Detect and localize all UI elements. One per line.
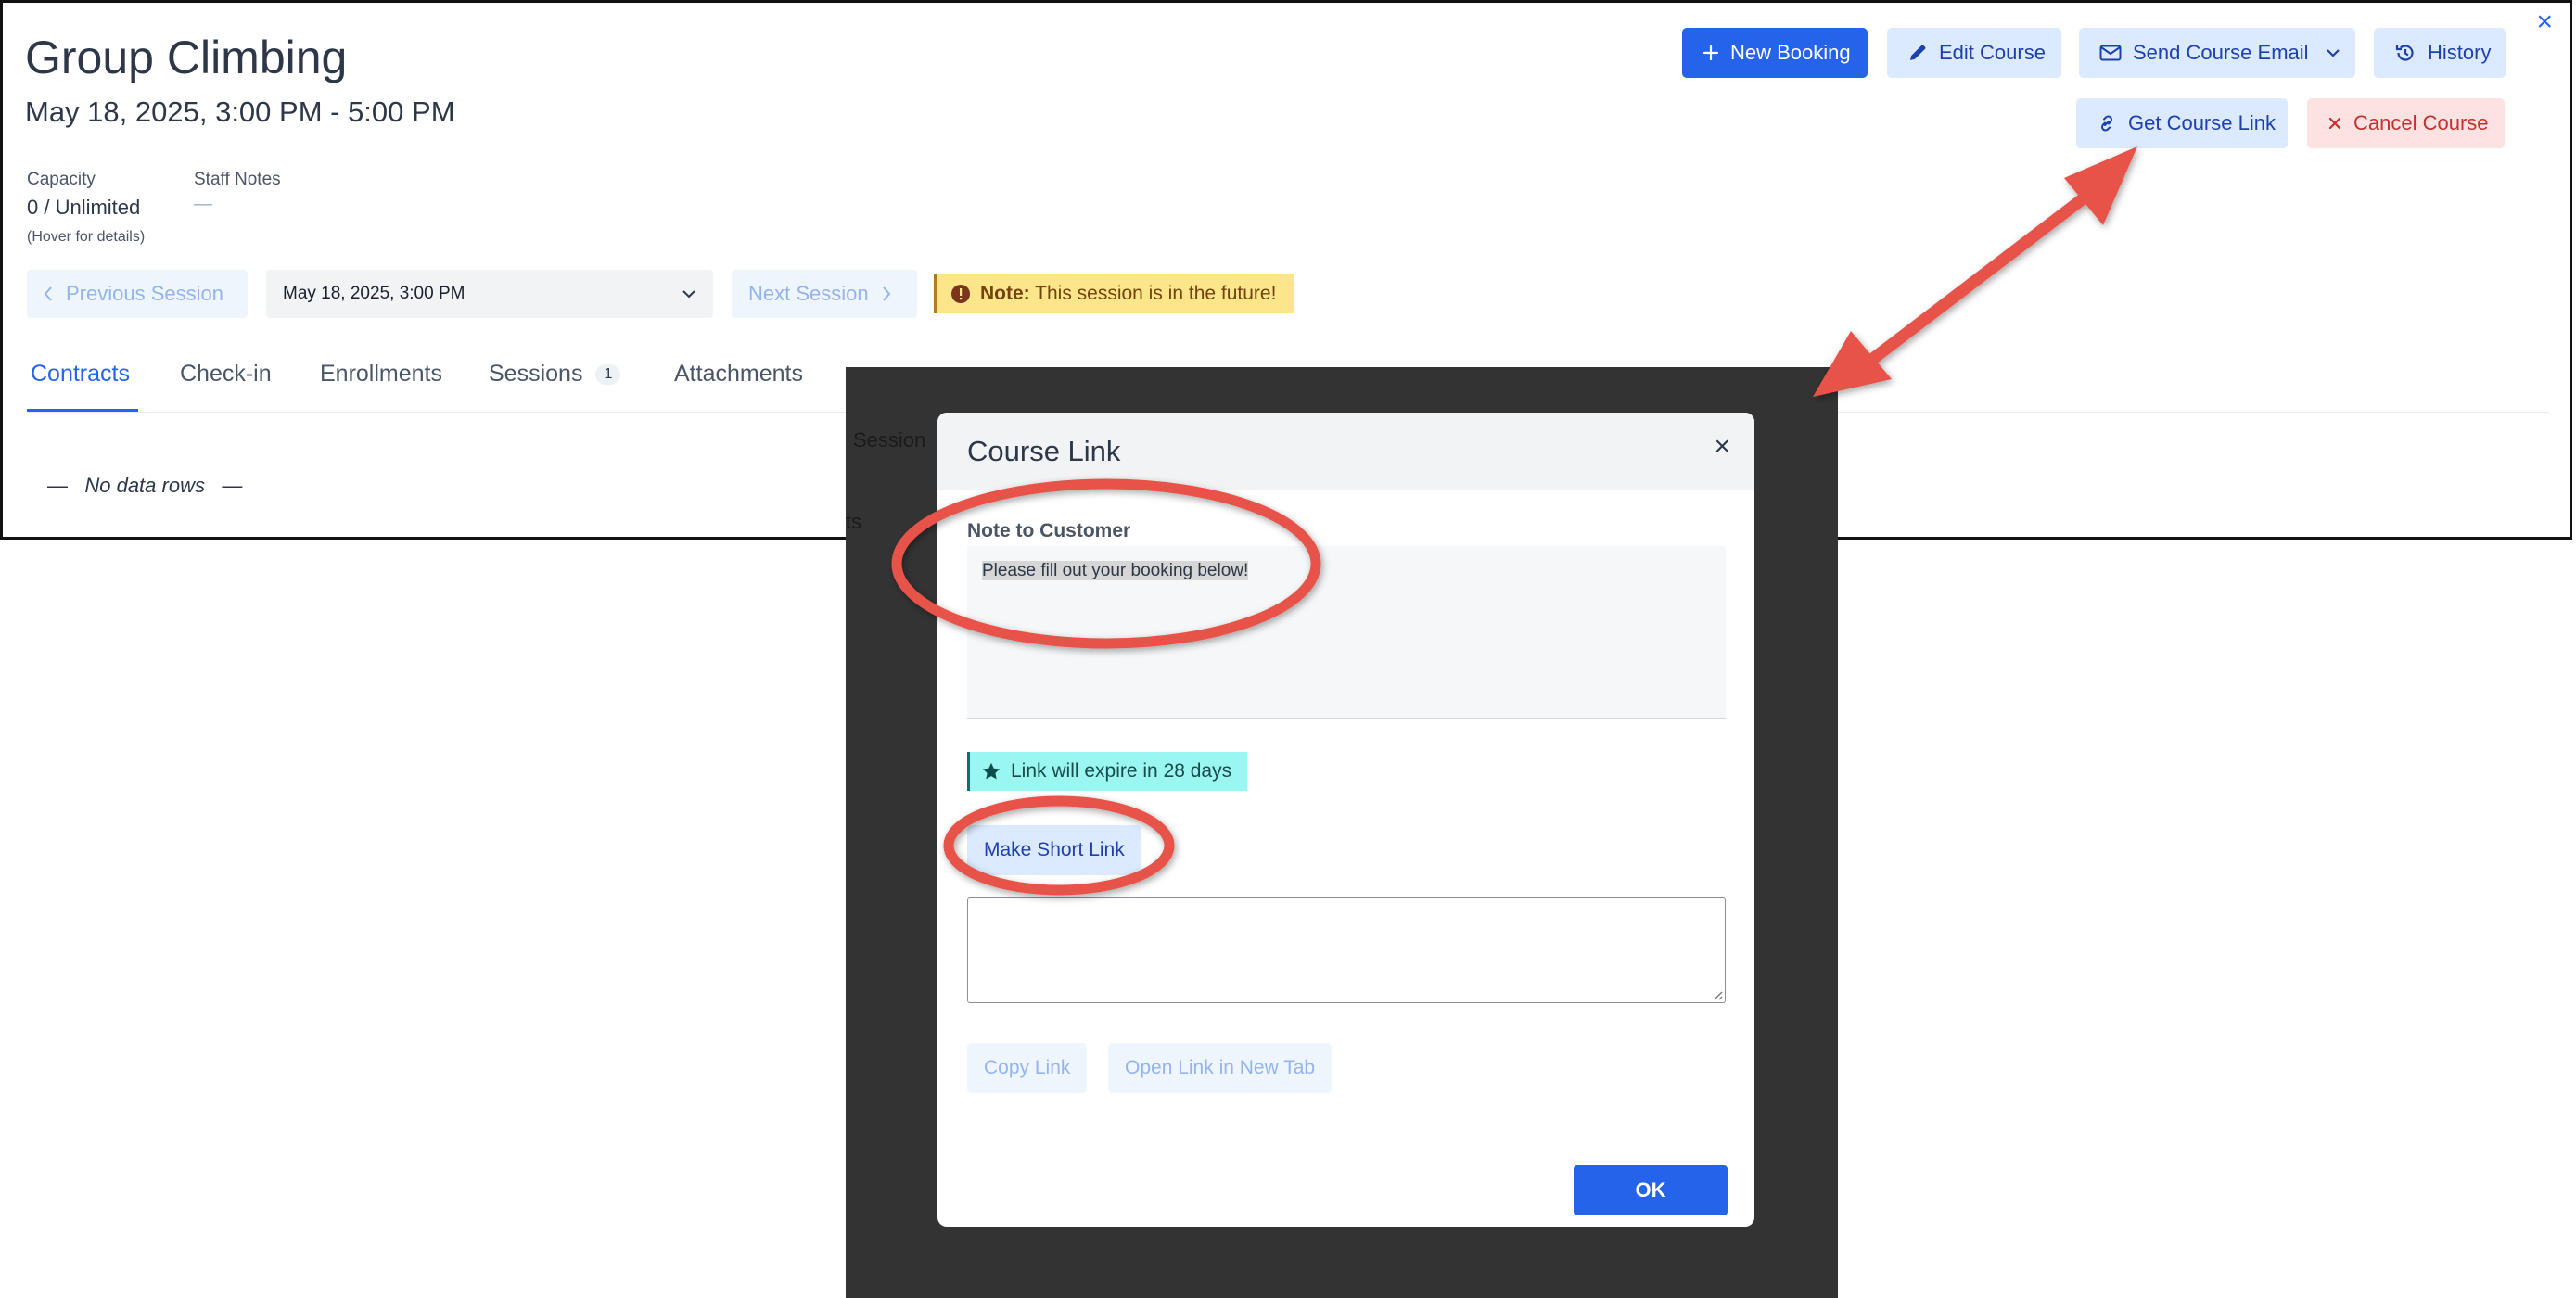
new-booking-label: New Booking xyxy=(1730,41,1851,64)
next-session-label: Next Session xyxy=(748,282,869,305)
tab-enrollments[interactable]: Enrollments xyxy=(320,361,442,388)
modal-title: Course Link xyxy=(967,435,1121,467)
history-icon xyxy=(2395,45,2414,61)
capacity-hint: (Hover for details) xyxy=(27,229,146,245)
x-icon xyxy=(2328,117,2341,130)
capacity-value[interactable]: 0 / Unlimited xyxy=(27,196,140,220)
link-expiry-notice: Link will expire in 28 days xyxy=(967,752,1247,791)
envelope-icon xyxy=(2099,45,2122,61)
send-course-email-label: Send Course Email xyxy=(2133,41,2309,64)
cancel-course-label: Cancel Course xyxy=(2353,111,2489,134)
background-ts-text: ts xyxy=(846,510,862,533)
session-select-value: May 18, 2025, 3:00 PM xyxy=(283,284,465,303)
get-course-link-label: Get Course Link xyxy=(2128,111,2276,134)
exclamation-circle-icon xyxy=(951,285,970,303)
chevron-down-icon xyxy=(682,290,695,299)
capacity-label: Capacity xyxy=(27,170,96,189)
resize-handle-icon[interactable] xyxy=(1710,987,1723,1000)
pencil-icon xyxy=(1910,45,1926,60)
note-label: Note: xyxy=(980,283,1030,304)
course-link-textarea[interactable] xyxy=(967,897,1726,1003)
staff-notes-label: Staff Notes xyxy=(194,170,281,189)
tab-sessions-label: Sessions xyxy=(489,361,583,387)
tab-sessions[interactable]: Sessions 1 xyxy=(489,361,621,388)
note-to-customer-value: Please fill out your booking below! xyxy=(982,561,1249,580)
modal-close-icon[interactable]: × xyxy=(1714,433,1730,461)
course-link-modal: Course Link × Note to Customer Please fi… xyxy=(937,413,1754,1227)
empty-table-message: — No data rows — xyxy=(47,474,242,498)
note-text: This session is in the future! xyxy=(1035,283,1277,304)
plus-icon xyxy=(1702,45,1719,61)
ok-button[interactable]: OK xyxy=(1574,1165,1728,1215)
close-icon[interactable]: × xyxy=(2536,8,2553,36)
sessions-count-badge: 1 xyxy=(595,364,621,386)
session-select[interactable]: May 18, 2025, 3:00 PM xyxy=(266,270,713,318)
history-button[interactable]: History xyxy=(2374,28,2506,78)
history-label: History xyxy=(2428,41,2492,64)
empty-dash-right: — xyxy=(222,474,243,497)
edit-course-button[interactable]: Edit Course xyxy=(1887,28,2061,78)
new-booking-button[interactable]: New Booking xyxy=(1682,28,1868,78)
previous-session-button[interactable]: Previous Session xyxy=(27,270,248,318)
tab-check-in[interactable]: Check-in xyxy=(180,361,272,388)
link-icon xyxy=(2100,115,2113,132)
note-to-customer-input[interactable]: Please fill out your booking below! xyxy=(967,546,1726,719)
open-link-new-tab-button[interactable]: Open Link in New Tab xyxy=(1108,1043,1333,1093)
course-datetime: May 18, 2025, 3:00 PM - 5:00 PM xyxy=(25,95,455,128)
get-course-link-button[interactable]: Get Course Link xyxy=(2076,98,2288,148)
future-session-note: Note: This session is in the future! xyxy=(934,274,1294,313)
tab-attachments[interactable]: Attachments xyxy=(674,361,803,388)
cancel-course-button[interactable]: Cancel Course xyxy=(2307,98,2505,148)
background-session-text: Session xyxy=(853,428,926,452)
staff-notes-value: — xyxy=(194,194,212,214)
make-short-link-button[interactable]: Make Short Link xyxy=(967,825,1141,875)
empty-dash-left: — xyxy=(47,474,68,497)
tab-contracts[interactable]: Contracts xyxy=(31,361,130,388)
previous-session-label: Previous Session xyxy=(66,282,223,305)
chevron-down-icon xyxy=(2326,49,2340,57)
page-title: Group Climbing xyxy=(25,32,348,83)
edit-course-label: Edit Course xyxy=(1939,41,2046,64)
modal-header: Course Link × xyxy=(937,413,1754,490)
star-icon xyxy=(982,762,1001,780)
chevron-left-icon xyxy=(44,286,52,301)
empty-text: No data rows xyxy=(84,474,205,497)
link-expiry-text: Link will expire in 28 days xyxy=(1011,760,1232,782)
next-session-button[interactable]: Next Session xyxy=(732,270,917,318)
copy-link-button[interactable]: Copy Link xyxy=(967,1043,1088,1093)
note-to-customer-label: Note to Customer xyxy=(967,520,1131,541)
send-course-email-button[interactable]: Send Course Email xyxy=(2079,28,2355,78)
chevron-right-icon xyxy=(882,286,890,301)
